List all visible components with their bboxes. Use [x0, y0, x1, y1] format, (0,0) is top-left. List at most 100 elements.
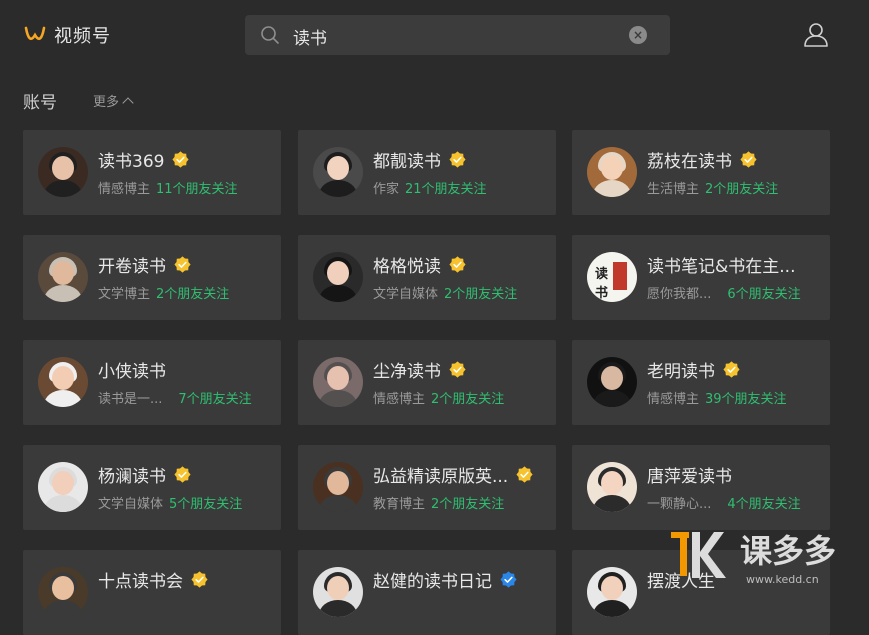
account-name-row: 赵健的读书日记 — [373, 567, 517, 592]
top-bar: 视频号 × — [0, 0, 869, 70]
friends-following: 7个朋友关注 — [178, 392, 252, 407]
avatar[interactable] — [313, 462, 363, 512]
verified-gold-badge-icon — [740, 151, 757, 168]
account-name[interactable]: 赵健的读书日记 — [373, 567, 492, 592]
avatar[interactable] — [38, 462, 88, 512]
account-card[interactable]: 读书369 情感博主 11个朋友关注 — [23, 130, 281, 215]
search-bar[interactable]: × — [245, 15, 670, 55]
avatar[interactable] — [587, 462, 637, 512]
account-card[interactable]: 荔枝在读书生活博主 2个朋友关注 — [572, 130, 830, 215]
avatar[interactable] — [38, 252, 88, 302]
account-name[interactable]: 小侠读书 — [98, 357, 166, 382]
account-name[interactable]: 老明读书 — [647, 357, 715, 382]
account-card[interactable]: 小侠读书读书是一... 7个朋友关注 — [23, 340, 281, 425]
channels-logo-icon — [24, 26, 46, 41]
account-card[interactable]: 十点读书会 — [23, 550, 281, 635]
avatar[interactable] — [587, 567, 637, 617]
user-icon[interactable] — [802, 22, 830, 48]
account-role: 教育博主 — [373, 497, 426, 512]
account-role: 情感博主 — [647, 392, 700, 407]
account-name-row: 杨澜读书 — [98, 462, 191, 487]
account-meta: 文学自媒体 2个朋友关注 — [373, 283, 517, 302]
account-meta: 教育博主 2个朋友关注 — [373, 493, 504, 512]
account-name-row: 读书笔记&书在主... — [647, 252, 795, 277]
account-card[interactable]: 老明读书情感博主 39个朋友关注 — [572, 340, 830, 425]
account-card[interactable]: 都靓读书作家 21个朋友关注 — [298, 130, 556, 215]
verified-gold-badge-icon — [191, 571, 208, 588]
section-title: 账号 — [23, 93, 57, 113]
account-name[interactable]: 弘益精读原版英... — [373, 462, 508, 487]
verified-gold-badge-icon — [449, 151, 466, 168]
friends-following: 2个朋友关注 — [431, 497, 505, 512]
search-input[interactable] — [291, 21, 615, 51]
account-name[interactable]: 读书笔记&书在主... — [647, 252, 795, 277]
app-name: 视频号 — [54, 26, 111, 47]
account-name[interactable]: 都靓读书 — [373, 147, 441, 172]
account-card[interactable]: 读书读书笔记&书在主... 愿你我都... 6个朋友关注 — [572, 235, 830, 320]
friends-following: 6个朋友关注 — [727, 287, 801, 302]
account-meta: 一颗静心... 4个朋友关注 — [647, 493, 801, 512]
account-name-row: 老明读书 — [647, 357, 740, 382]
account-name[interactable]: 开卷读书 — [98, 252, 166, 277]
account-role: 生活博主 — [647, 182, 700, 197]
account-card[interactable]: 格格悦读文学自媒体 2个朋友关注 — [298, 235, 556, 320]
clear-search-icon[interactable]: × — [629, 26, 647, 44]
account-meta: 情感博主 39个朋友关注 — [647, 388, 787, 407]
avatar[interactable] — [38, 357, 88, 407]
friends-following: 4个朋友关注 — [727, 497, 801, 512]
verified-gold-badge-icon — [449, 361, 466, 378]
verified-gold-badge-icon — [172, 151, 190, 168]
friends-following: 11个朋友关注 — [156, 182, 238, 197]
account-name-row: 唐萍爱读书 — [647, 462, 732, 487]
account-card[interactable]: 唐萍爱读书一颗静心... 4个朋友关注 — [572, 445, 830, 530]
account-name[interactable]: 荔枝在读书 — [647, 147, 732, 172]
account-name[interactable]: 读书369 — [98, 147, 164, 172]
account-role: 读书是一... — [98, 392, 163, 407]
account-name[interactable]: 尘净读书 — [373, 357, 441, 382]
account-name[interactable]: 杨澜读书 — [98, 462, 166, 487]
avatar[interactable] — [313, 252, 363, 302]
account-name[interactable]: 十点读书会 — [98, 567, 183, 592]
verified-gold-badge-icon — [516, 466, 533, 483]
account-card[interactable]: 开卷读书 文学博主 2个朋友关注 — [23, 235, 281, 320]
verified-gold-badge-icon — [174, 256, 191, 273]
avatar[interactable] — [38, 567, 88, 617]
more-toggle[interactable]: 更多 — [93, 91, 134, 110]
more-label: 更多 — [93, 95, 120, 110]
watermark-url: www.kedd.cn — [746, 573, 819, 586]
account-meta: 情感博主 11个朋友关注 — [98, 178, 238, 197]
account-card[interactable]: 赵健的读书日记 — [298, 550, 556, 635]
account-name-row: 弘益精读原版英... — [373, 462, 533, 487]
account-card[interactable]: 弘益精读原版英... 教育博主 2个朋友关注 — [298, 445, 556, 530]
verified-gold-badge-icon — [723, 361, 740, 378]
friends-following: 39个朋友关注 — [705, 392, 787, 407]
avatar[interactable]: 读书 — [587, 252, 637, 302]
account-meta: 情感博主 2个朋友关注 — [373, 388, 504, 407]
account-role: 文学博主 — [98, 287, 151, 302]
avatar[interactable] — [313, 567, 363, 617]
account-name-row: 开卷读书 — [98, 252, 191, 277]
account-role: 作家 — [373, 182, 400, 197]
account-role: 文学自媒体 — [373, 287, 439, 302]
avatar[interactable] — [587, 357, 637, 407]
watermark-logo: 课多多 www.kedd.cn — [671, 532, 836, 586]
friends-following: 21个朋友关注 — [405, 182, 487, 197]
avatar[interactable] — [313, 147, 363, 197]
account-card[interactable]: 尘净读书情感博主 2个朋友关注 — [298, 340, 556, 425]
verified-blue-badge-icon — [500, 571, 517, 588]
avatar[interactable] — [38, 147, 88, 197]
account-card[interactable]: 杨澜读书文学自媒体 5个朋友关注 — [23, 445, 281, 530]
verified-gold-badge-icon — [449, 256, 466, 273]
account-name[interactable]: 唐萍爱读书 — [647, 462, 732, 487]
account-name-row: 荔枝在读书 — [647, 147, 757, 172]
account-meta: 文学自媒体 5个朋友关注 — [98, 493, 242, 512]
friends-following: 2个朋友关注 — [444, 287, 518, 302]
avatar[interactable] — [313, 357, 363, 407]
account-meta: 生活博主 2个朋友关注 — [647, 178, 778, 197]
account-name-row: 都靓读书 — [373, 147, 466, 172]
chevron-up-icon — [122, 96, 134, 109]
avatar[interactable] — [587, 147, 637, 197]
account-name[interactable]: 格格悦读 — [373, 252, 441, 277]
friends-following: 5个朋友关注 — [169, 497, 243, 512]
app-logo[interactable]: 视频号 — [24, 22, 111, 48]
